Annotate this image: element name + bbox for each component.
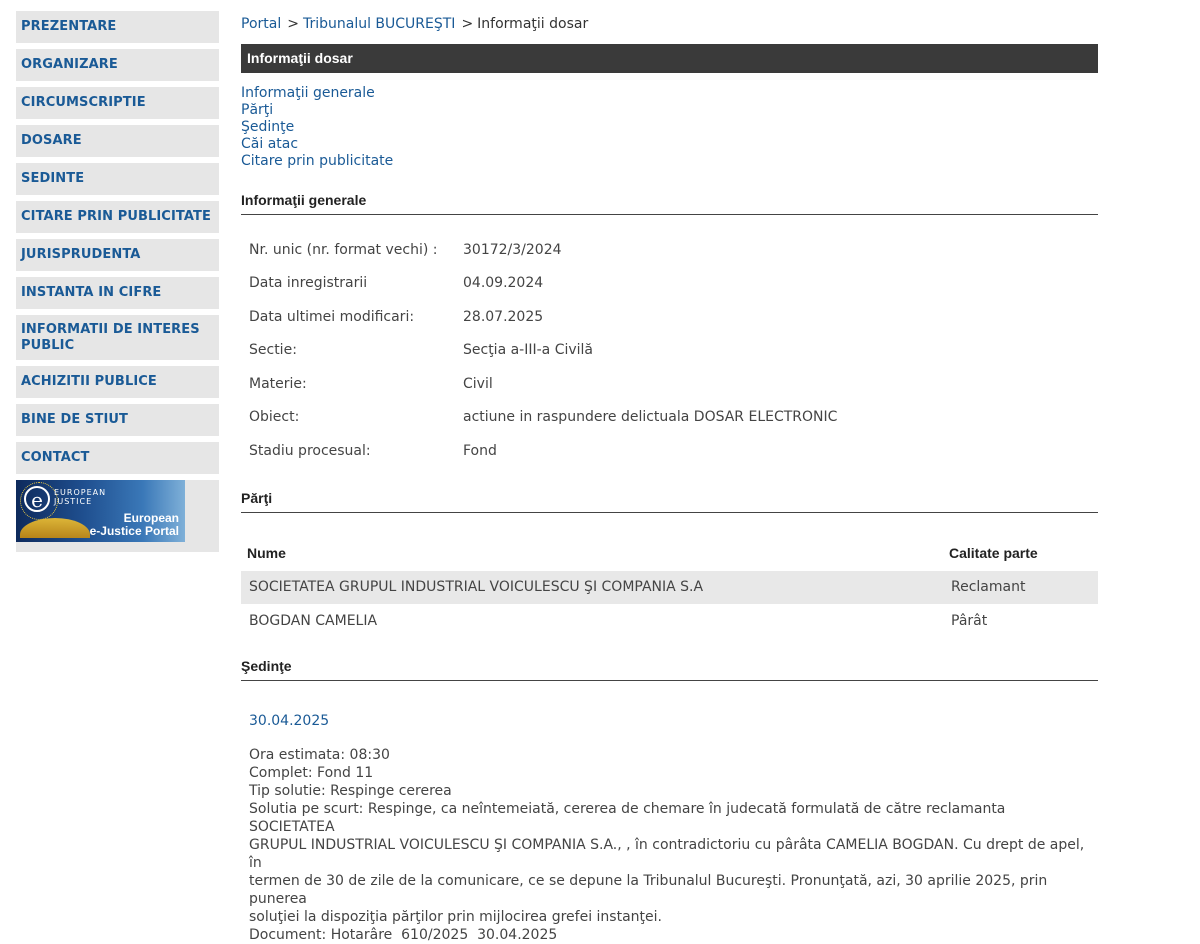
sedinta-solutie-line: Solutia pe scurt: Respinge, ca neîntemei… bbox=[249, 800, 1006, 835]
table-row: SOCIETATEA GRUPUL INDUSTRIAL VOICULESCU … bbox=[241, 570, 1098, 604]
info-label: Data ultimei modificari: bbox=[249, 308, 415, 325]
info-row: Data inregistrarii 04.09.2024 bbox=[241, 267, 845, 301]
banner-small-text: EUROPEAN JUSTICE bbox=[54, 488, 106, 506]
sidebar-item-prezentare[interactable]: PREZENTARE bbox=[16, 11, 219, 43]
info-label: Sectie: bbox=[249, 342, 297, 359]
sidebar-item-instanta-in-cifre[interactable]: INSTANTA IN CIFRE bbox=[16, 277, 219, 309]
party-role: Reclamant bbox=[943, 570, 1098, 604]
sidebar-item-informatii-de-interes-public[interactable]: INFORMATII DE INTERES PUBLIC bbox=[16, 315, 219, 360]
banner-title-line2: e-Justice Portal bbox=[89, 524, 179, 538]
anchor-link-general[interactable]: Informaţii generale bbox=[241, 85, 1098, 102]
sidebar-nav: PREZENTARE ORGANIZARE CIRCUMSCRIPTIE DOS… bbox=[16, 11, 219, 552]
info-label: Obiect: bbox=[249, 409, 300, 426]
banner-small-text-2: JUSTICE bbox=[54, 497, 93, 506]
info-value: Fond bbox=[463, 442, 497, 459]
parti-table: Nume Calitate parte SOCIETATEA GRUPUL IN… bbox=[241, 535, 1098, 638]
section-heading-general: Informaţii generale bbox=[241, 192, 1098, 215]
anchor-link-citare[interactable]: Citare prin publicitate bbox=[241, 153, 1098, 170]
sedinta-solutie-line: termen de 30 de zile de la comunicare, c… bbox=[249, 872, 1048, 907]
info-row: Obiect: actiune in raspundere delictuala… bbox=[241, 401, 845, 435]
section-anchor-links: Informaţii generale Părţi Şedinţe Căi at… bbox=[241, 85, 1098, 170]
page-title: Informaţii dosar bbox=[241, 44, 1098, 73]
info-row: Stadiu procesual: Fond bbox=[241, 434, 845, 468]
banner-small-text-1: EUROPEAN bbox=[54, 488, 107, 497]
sidebar-item-bine-de-stiut[interactable]: BINE DE STIUT bbox=[16, 404, 219, 436]
section-heading-sedinte: Şedinţe bbox=[241, 658, 1098, 681]
sedinta-document: Document: Hotarâre 610/2025 30.04.2025 bbox=[249, 926, 558, 943]
e-justice-portal-banner[interactable]: e EUROPEAN JUSTICE European e-Justice Po… bbox=[16, 480, 185, 542]
main-content: Portal > Tribunalul BUCUREŞTI > Informaţii d… bbox=[241, 14, 1098, 944]
sidebar-item-organizare[interactable]: ORGANIZARE bbox=[16, 49, 219, 81]
general-info-table: Nr. unic (nr. format vechi) : 30172/3/20… bbox=[241, 233, 845, 468]
info-value: 04.09.2024 bbox=[463, 275, 544, 292]
info-value: Civil bbox=[463, 375, 493, 392]
info-value: 30172/3/2024 bbox=[463, 241, 562, 258]
banner-title: European e-Justice Portal bbox=[90, 512, 179, 538]
sidebar-item-jurisprudenta[interactable]: JURISPRUDENTA bbox=[16, 239, 219, 271]
breadcrumb-current: Informaţii dosar bbox=[477, 16, 589, 32]
sedinta-details: Ora estimata: 08:30 Complet: Fond 11 Tip… bbox=[249, 746, 1089, 944]
sedinta-tip-solutie: Tip solutie: Respinge cererea bbox=[249, 782, 452, 799]
sidebar-item-sedinte[interactable]: SEDINTE bbox=[16, 163, 219, 195]
table-header-row: Nume Calitate parte bbox=[241, 535, 1098, 571]
e-justice-banner-container: e EUROPEAN JUSTICE European e-Justice Po… bbox=[16, 480, 219, 552]
party-name: SOCIETATEA GRUPUL INDUSTRIAL VOICULESCU … bbox=[241, 570, 943, 604]
sidebar-item-achizitii-publice[interactable]: ACHIZITII PUBLICE bbox=[16, 366, 219, 398]
column-header-calitate: Calitate parte bbox=[949, 544, 1038, 561]
party-name: BOGDAN CAMELIA bbox=[249, 612, 378, 629]
info-value: 28.07.2025 bbox=[463, 308, 544, 325]
column-header-nume: Nume bbox=[247, 544, 286, 561]
sidebar-item-citare-prin-publicitate[interactable]: CITARE PRIN PUBLICITATE bbox=[16, 201, 219, 233]
sedinta-solutie-line: GRUPUL INDUSTRIAL VOICULESCU ŞI COMPANIA… bbox=[249, 836, 1085, 871]
breadcrumb-portal-link[interactable]: Portal bbox=[241, 16, 281, 32]
sidebar-item-dosare[interactable]: DOSARE bbox=[16, 125, 219, 157]
info-row: Materie: Civil bbox=[241, 367, 845, 401]
breadcrumb: Portal > Tribunalul BUCUREŞTI > Informaţii d… bbox=[241, 14, 1098, 38]
party-role: Pârât bbox=[951, 612, 988, 629]
info-row: Data ultimei modificari: 28.07.2025 bbox=[241, 300, 845, 334]
info-row: Nr. unic (nr. format vechi) : 30172/3/20… bbox=[241, 233, 845, 267]
e-justice-logo-icon: e bbox=[24, 486, 50, 512]
scales-wave-icon bbox=[20, 518, 90, 538]
info-value: actiune in raspundere delictuala DOSAR E… bbox=[463, 409, 838, 426]
table-row: BOGDAN CAMELIA Pârât bbox=[241, 604, 1098, 638]
anchor-link-parti[interactable]: Părţi bbox=[241, 102, 1098, 119]
breadcrumb-separator: > bbox=[461, 16, 474, 32]
sedinta-solutie-line: soluţiei la dispoziţia părţilor prin mij… bbox=[249, 908, 662, 925]
info-label: Materie: bbox=[249, 375, 307, 392]
info-label: Nr. unic (nr. format vechi) : bbox=[249, 241, 438, 258]
info-value: Secţia a-III-a Civilă bbox=[463, 342, 594, 359]
sedinta-ora: Ora estimata: 08:30 bbox=[249, 746, 390, 763]
anchor-link-cai-atac[interactable]: Căi atac bbox=[241, 136, 1098, 153]
sidebar-item-contact[interactable]: CONTACT bbox=[16, 442, 219, 474]
sedinta-complet: Complet: Fond 11 bbox=[249, 764, 374, 781]
info-label: Data inregistrarii bbox=[249, 275, 368, 292]
sedinta-date: 30.04.2025 bbox=[249, 712, 330, 729]
info-label: Stadiu procesual: bbox=[249, 442, 371, 459]
anchor-link-sedinte[interactable]: Şedinţe bbox=[241, 119, 1098, 136]
sidebar-item-circumscriptie[interactable]: CIRCUMSCRIPTIE bbox=[16, 87, 219, 119]
breadcrumb-court-link[interactable]: Tribunalul BUCUREŞTI bbox=[303, 16, 455, 32]
info-row: Sectie: Secţia a-III-a Civilă bbox=[241, 334, 845, 368]
section-heading-parti: Părţi bbox=[241, 490, 1098, 513]
breadcrumb-separator: > bbox=[287, 16, 299, 32]
